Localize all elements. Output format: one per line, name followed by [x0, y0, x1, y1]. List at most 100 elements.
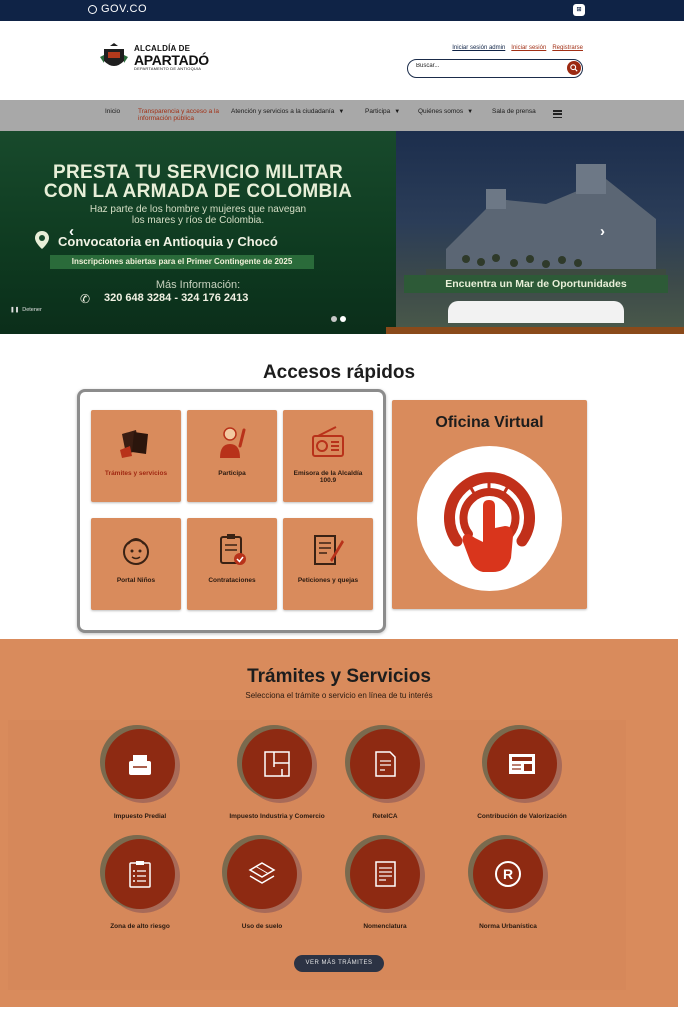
tramite-label: ReteICA	[372, 813, 398, 820]
main-nav: Inicio Transparencia y acceso a la infor…	[0, 100, 684, 131]
quick-access-label: Contrataciones	[208, 577, 256, 584]
register-link[interactable]: Registrarse	[552, 45, 583, 51]
hero-bottom-strip	[386, 327, 684, 334]
nav-item-atencion[interactable]: Atención y servicios a la ciudadanía ▼	[231, 108, 344, 116]
quick-access-label: Portal Niños	[116, 577, 156, 584]
tramites-subtitle: Selecciona el trámite o servicio en líne…	[245, 691, 433, 700]
login-link[interactable]: Iniciar sesión	[511, 45, 546, 51]
floor-plan-icon	[264, 751, 290, 777]
svg-text:R: R	[503, 866, 513, 882]
hero-inscripciones: Inscripciones abiertas para el Primer Co…	[50, 255, 314, 269]
nav-item-inicio[interactable]: Inicio	[105, 108, 120, 115]
search-icon	[570, 64, 578, 72]
tramite-icon-circle	[350, 729, 420, 799]
address-document-icon	[375, 861, 396, 887]
pause-label: Detener	[22, 307, 42, 313]
carousel-dots	[331, 316, 346, 322]
quick-access-portal-ninos[interactable]: Portal Niños	[91, 518, 181, 610]
hero-title-line-2: CON LA ARMADA DE COLOMBIA	[43, 181, 353, 202]
quick-access-contrataciones[interactable]: Contrataciones	[187, 518, 277, 610]
nav-item-label: Transparencia y acceso a la información …	[138, 108, 220, 123]
carousel-dot-2[interactable]	[340, 316, 346, 322]
nav-item-label: Inicio	[105, 108, 121, 115]
ver-mas-tramites-button[interactable]: VER MÁS TRÁMITES	[294, 955, 384, 972]
checklist-icon	[129, 861, 151, 888]
hero-convocatoria: Convocatoria en Antioquia y Chocó	[58, 234, 278, 249]
certificate-icon	[509, 754, 535, 774]
chevron-down-icon: ▼	[467, 109, 474, 115]
phone-icon: ✆	[80, 292, 91, 306]
tramite-label: Norma Urbanística	[479, 923, 537, 930]
tramite-icon-circle: R	[473, 839, 543, 909]
carousel-prev-arrow-icon[interactable]: ‹	[69, 223, 74, 240]
hero-tagline: Encuentra un Mar de Oportunidades	[404, 275, 668, 293]
tramites-section: Trámites y Servicios Selecciona el trámi…	[0, 639, 678, 1007]
hero-carousel: PRESTA TU SERVICIO MILITAR CON LA ARMADA…	[0, 131, 684, 334]
gov-co-emblem-icon	[88, 4, 97, 14]
pause-icon: ❚❚	[10, 307, 20, 313]
nav-item-label: Sala de prensa	[492, 108, 536, 115]
nav-item-label: Quiénes somos	[418, 108, 464, 115]
gov-co-bar: GOV.CO ⊞	[0, 0, 684, 21]
land-map-icon	[248, 862, 276, 884]
tramite-label: Impuesto Industria y Comercio	[229, 813, 325, 820]
documents-icon	[120, 430, 148, 458]
hero-subtitle-line-2: los mares y ríos de Colombia.	[131, 215, 265, 226]
quick-access-participa[interactable]: Participa	[187, 410, 277, 502]
coat-of-arms-icon	[100, 43, 128, 66]
nav-item-sala-de-prensa[interactable]: Sala de prensa	[492, 108, 536, 115]
oficina-virtual-circle	[417, 446, 562, 591]
hero-phones: 320 648 3284 - 324 176 2413	[104, 292, 249, 304]
admin-login-link[interactable]: Iniciar sesión admin	[452, 45, 505, 51]
chevron-down-icon: ▼	[394, 109, 401, 115]
auth-links: Iniciar sesión admin Iniciar sesión Regi…	[452, 45, 583, 51]
quick-access-title: Accesos rápidos	[262, 362, 416, 383]
oficina-virtual-title: Oficina Virtual	[435, 414, 544, 431]
carousel-next-arrow-icon[interactable]: ›	[600, 223, 605, 240]
quick-access-peticiones[interactable]: Peticiones y quejas	[283, 518, 373, 610]
oficina-virtual-card[interactable]: Oficina Virtual	[392, 400, 587, 609]
tax-document-icon	[375, 751, 396, 777]
document-pen-icon	[314, 535, 344, 565]
carousel-pause-button[interactable]: ❚❚ Detener	[10, 307, 42, 313]
registered-icon: R	[495, 861, 521, 887]
location-pin-icon	[35, 231, 49, 249]
nav-item-label: Participa	[365, 108, 391, 115]
tramite-icon-circle	[105, 729, 175, 799]
hamburger-icon[interactable]	[553, 110, 562, 118]
quick-access-label: Participa	[218, 470, 246, 477]
quick-access-label: Trámites y servicios	[104, 470, 168, 477]
quick-access-label: Peticiones y quejas	[297, 577, 359, 584]
quick-access-emisora[interactable]: Emisora de la Alcaldía 100.9	[283, 410, 373, 502]
tramite-label: Impuesto Predial	[113, 813, 167, 820]
tramite-label: Zona de alto riesgo	[110, 923, 170, 930]
nav-item-label: Atención y servicios a la ciudadanía	[231, 108, 335, 115]
nav-item-participa[interactable]: Participa ▼	[365, 108, 400, 116]
tramite-label: Uso de suelo	[241, 923, 283, 930]
accessibility-icon[interactable]: ⊞	[573, 4, 585, 16]
raised-hand-person-icon	[220, 427, 246, 458]
quick-access-label: Emisora de la Alcaldía 100.9	[293, 470, 363, 485]
search-input[interactable]	[416, 63, 556, 69]
touch-button-icon	[444, 472, 535, 572]
tramite-label: Contribución de Valorización	[477, 813, 567, 820]
nav-item-quienes-somos[interactable]: Quiénes somos ▼	[418, 108, 473, 116]
radio-icon	[312, 426, 344, 457]
tramite-icon-circle	[350, 839, 420, 909]
child-face-icon	[123, 538, 149, 565]
carousel-dot-1[interactable]	[331, 316, 337, 322]
tramites-title: Trámites y Servicios	[247, 666, 431, 687]
tramite-icon-circle	[242, 729, 312, 799]
gov-co-text: GOV.CO	[101, 3, 147, 15]
tramite-label: Nomenclatura	[363, 923, 407, 930]
property-tax-icon	[129, 755, 151, 775]
gov-co-logo[interactable]: GOV.CO	[88, 3, 147, 15]
site-logo[interactable]: ALCALDÍA DE APARTADÓ DEPARTAMENTO DE ANT…	[100, 43, 209, 73]
search-box	[407, 59, 583, 78]
hero-partner-logos	[448, 301, 624, 323]
search-button[interactable]	[567, 61, 581, 75]
nav-item-transparencia[interactable]: Transparencia y acceso a la información …	[138, 108, 220, 123]
quick-access-panel: Trámites y servicios Participa Emisora d…	[77, 389, 386, 633]
logo-line-3: DEPARTAMENTO DE ANTIOQUIA	[134, 66, 202, 71]
quick-access-tramites[interactable]: Trámites y servicios	[91, 410, 181, 502]
